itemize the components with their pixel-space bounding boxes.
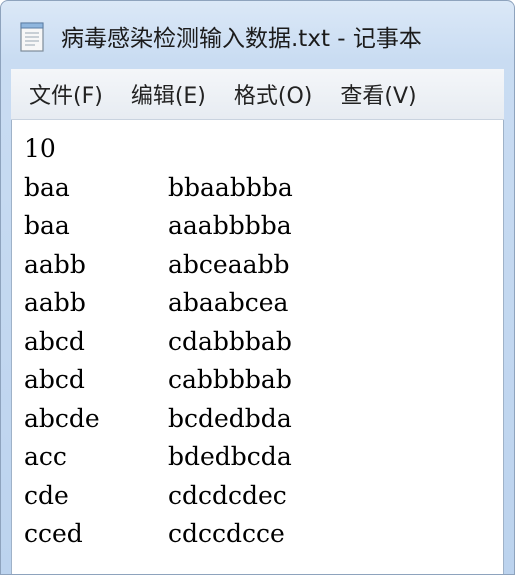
- window-title: 病毒感染检测输入数据.txt - 记事本: [61, 26, 422, 52]
- virus-dna: cde: [24, 480, 69, 510]
- notepad-icon: [20, 22, 44, 52]
- notepad-window: 病毒感染检测输入数据.txt - 记事本 文件(F) 编辑(E) 格式(O) 查…: [0, 0, 515, 575]
- document-line: cced cdccdcce: [24, 515, 293, 554]
- document-line: baa bbaabbba: [24, 169, 293, 208]
- document-line: abcde bcdedbda: [24, 400, 293, 439]
- virus-dna: aabb: [24, 288, 86, 317]
- case-count: 10: [24, 134, 56, 163]
- human-dna: aaabbbba: [168, 211, 292, 240]
- virus-dna: aabb: [24, 249, 86, 279]
- human-dna: abaabcea: [168, 288, 289, 317]
- human-dna: cabbbbab: [168, 365, 292, 394]
- human-dna: bbaabbba: [168, 172, 293, 202]
- human-dna: cdabbbab: [168, 326, 292, 356]
- document-line: abcd cabbbbab: [24, 361, 293, 400]
- text-editor-area[interactable]: 10 baa bbaabbba baa aaabbbba aabb abceaabb …: [11, 120, 504, 574]
- document-line: acc bdedbcda: [24, 438, 293, 477]
- human-dna: bcdedbda: [168, 403, 292, 433]
- menu-format[interactable]: 格式(O): [220, 78, 326, 110]
- title-bar[interactable]: 病毒感染检测输入数据.txt - 记事本: [1, 1, 514, 69]
- virus-dna: cced: [24, 519, 83, 548]
- document-line: cde cdcdcdec: [24, 477, 293, 516]
- virus-dna: abcd: [24, 365, 85, 394]
- document-line: abcd cdabbbab: [24, 323, 293, 362]
- document-line: 10: [24, 130, 293, 169]
- human-dna: cdcdcdec: [168, 480, 287, 510]
- human-dna: abceaabb: [168, 249, 290, 279]
- document-line: aabb abaabcea: [24, 284, 293, 323]
- human-dna: cdccdcce: [168, 519, 285, 548]
- menu-edit[interactable]: 编辑(E): [117, 78, 220, 110]
- document-line: baa aaabbbba: [24, 207, 293, 246]
- menu-file[interactable]: 文件(F): [11, 78, 117, 110]
- menu-bar: 文件(F) 编辑(E) 格式(O) 查看(V): [11, 69, 504, 120]
- virus-dna: baa: [24, 211, 70, 240]
- document-line: aabb abceaabb: [24, 246, 293, 285]
- virus-dna: abcde: [24, 403, 100, 433]
- virus-dna: abcd: [24, 326, 85, 356]
- human-dna: bdedbcda: [168, 442, 292, 471]
- virus-dna: baa: [24, 172, 70, 202]
- menu-view[interactable]: 查看(V): [326, 78, 430, 110]
- virus-dna: acc: [24, 442, 67, 471]
- document-text: 10 baa bbaabbba baa aaabbbba aabb abceaabb …: [24, 130, 293, 554]
